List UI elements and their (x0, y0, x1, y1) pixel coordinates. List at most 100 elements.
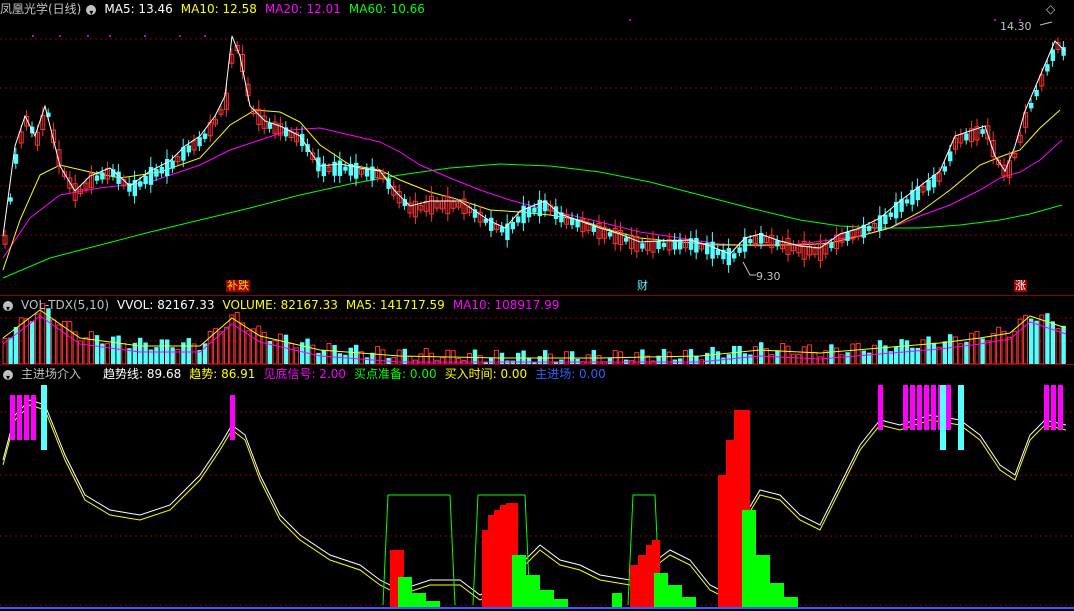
volume-settings-circle-icon[interactable]: ▾ (3, 300, 13, 313)
volume-bar-down (154, 347, 159, 364)
ma5-legend: MA5: 13.46 (104, 2, 173, 16)
candle-down (904, 199, 910, 204)
volume-bar-up (796, 353, 802, 364)
candle-down (202, 133, 208, 139)
candle-down (737, 247, 742, 253)
high-arrow (1039, 21, 1053, 26)
candle-down (138, 181, 143, 187)
price-chart-header: 凤凰光学(日线) ▾ MA5: 13.46 MA10: 12.58 MA20: … (0, 2, 433, 17)
trend-legend: 趋势: 86.91 (189, 367, 256, 381)
candle-down (8, 197, 13, 202)
trend-line-legend: 趋势线: 89.68 (103, 367, 182, 381)
volume-bar-up (1001, 330, 1007, 364)
volume-bar-down (321, 350, 326, 364)
settings-circle-icon[interactable]: ▾ (86, 4, 97, 17)
buy-time-bar (726, 440, 734, 609)
volume-bar-up (83, 337, 89, 364)
volume-bar-down (1050, 321, 1055, 364)
volume-bar-up (250, 328, 256, 364)
price-chart-canvas[interactable] (0, 0, 1074, 295)
bottom-signal-bar (230, 395, 235, 440)
volume-bar-up (834, 347, 840, 364)
buy-time-bar (630, 565, 638, 609)
main-entry-bar (526, 575, 540, 609)
candle-down (710, 241, 715, 259)
volume-pane[interactable]: ▾ VOL-TDX(5,10) VVOL: 82167.33 VOLUME: 8… (0, 296, 1074, 364)
cyan-signal-bar (41, 385, 47, 450)
volume-bar-down (316, 352, 321, 364)
volume-bar-up (105, 343, 111, 364)
candle-down (159, 166, 164, 174)
volume-bar-down (8, 337, 13, 364)
volume-bar-down (710, 346, 715, 364)
indicator-settings-circle-icon[interactable]: ▾ (3, 369, 13, 382)
cyan-signal-bar (958, 385, 964, 450)
main-entry-bar (398, 577, 412, 609)
candle-down (888, 212, 893, 217)
volume-header: ▾ VOL-TDX(5,10) VVOL: 82167.33 VOLUME: 8… (0, 298, 567, 313)
vvol-legend: VVOL: 82167.33 (117, 298, 215, 312)
volume-bar-up (855, 342, 861, 364)
main-entry-bar (612, 593, 622, 609)
volume-bar-up (375, 345, 381, 364)
volume-bar-up (56, 324, 62, 364)
price-chart-pane[interactable]: 凤凰光学(日线) ▾ MA5: 13.46 MA10: 12.58 MA20: … (0, 0, 1074, 295)
main-entry-bar (512, 555, 526, 609)
volume-bar-up (477, 355, 483, 364)
volume-bar-down (931, 342, 937, 364)
main-entry-bar (756, 555, 770, 609)
signal-dot (994, 19, 996, 21)
candle-down (186, 145, 191, 153)
volume-bar-down (877, 340, 883, 364)
volume-bar-down (94, 335, 100, 364)
volume-bar-down (942, 341, 947, 364)
volume-bar-up (240, 322, 246, 364)
bottom-signal-bar (10, 395, 15, 440)
candle-down (553, 206, 559, 219)
bottom-signal-bar (910, 385, 915, 430)
candle-down (926, 179, 931, 191)
volume-bar-up (272, 340, 278, 364)
trend-yellow-line (2, 404, 1067, 601)
diamond-icon[interactable]: ◇ (1046, 2, 1055, 16)
volume-bar-down (899, 339, 904, 364)
ma60-legend: MA60: 10.66 (348, 2, 425, 16)
bottom-signal-bar (878, 385, 883, 430)
vol-ma5-legend: MA5: 141717.59 (345, 298, 445, 312)
volume-bar-down (1061, 325, 1066, 364)
indicator-pane[interactable]: ▾ 主进场介入 趋势线: 89.68 趋势: 86.91 见底信号: 2.00 … (0, 365, 1074, 611)
signal-dot (629, 19, 631, 21)
signal-marker-bu-die[interactable]: 补跌 (226, 280, 250, 292)
candle-down (170, 160, 175, 169)
volume-bar-up (288, 343, 294, 364)
volume-bar-down (948, 334, 953, 364)
candle-down (845, 231, 850, 241)
volume-legend: VOLUME: 82167.33 (222, 298, 338, 312)
bottom-signal-bar (931, 385, 936, 430)
signal-dot (144, 35, 146, 37)
candle-down (370, 166, 375, 181)
volume-bar-up (121, 343, 127, 364)
volume-bar-up (67, 321, 73, 364)
volume-bar-down (742, 353, 748, 364)
bottom-signal-bar (1058, 385, 1063, 430)
candle-down (591, 226, 596, 232)
candle-down (748, 239, 753, 244)
candle-down (1050, 49, 1055, 62)
volume-bar-down (30, 321, 35, 364)
signal-marker-zhang[interactable]: 涨 (1014, 280, 1027, 292)
candle-down (694, 238, 699, 253)
volume-bar-down (737, 346, 742, 364)
volume-bar-up (817, 356, 823, 364)
candle-down (337, 160, 343, 176)
signal-marker-cai[interactable]: 财 (636, 280, 649, 292)
volume-bar-up (969, 332, 975, 364)
volume-bar-down (732, 345, 737, 364)
candle-down (143, 175, 148, 185)
volume-bar-up (585, 354, 591, 364)
candle-down (678, 239, 683, 250)
signal-dot (59, 35, 61, 37)
indicator-chart-canvas[interactable] (0, 365, 1074, 611)
candle-down (332, 161, 337, 176)
candle-down (489, 217, 494, 231)
